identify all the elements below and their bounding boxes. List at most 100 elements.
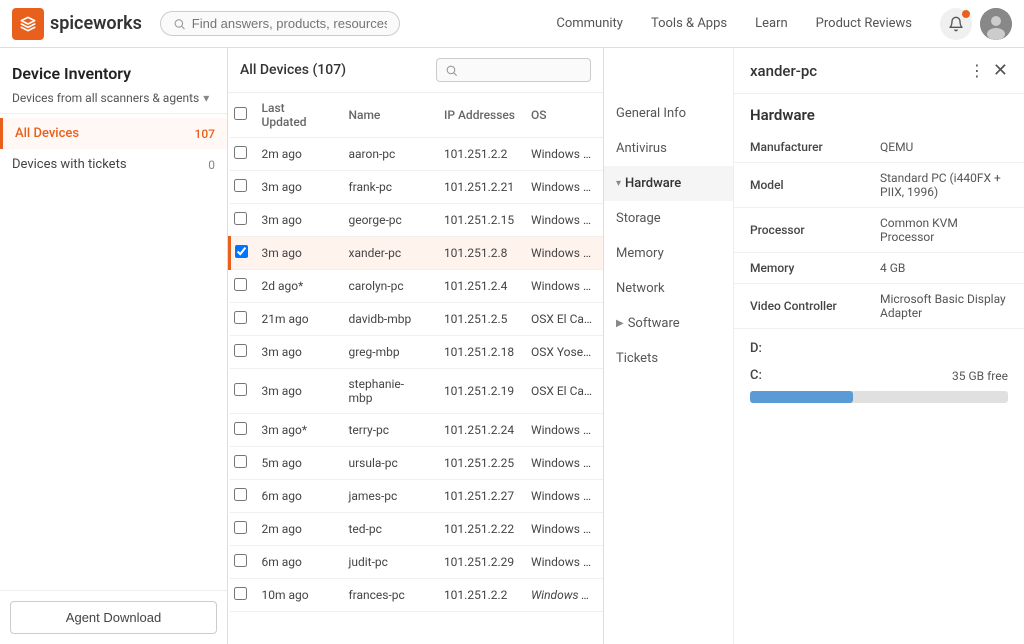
detail-menu: General Info Antivirus ▾ Hardware Storag… [604, 48, 734, 644]
row-select-checkbox[interactable] [234, 344, 247, 357]
table-row[interactable]: 6m ago james-pc 101.251.2.27 Windows 7 P… [230, 480, 604, 513]
agent-download-button[interactable]: Agent Download [10, 601, 217, 634]
row-checkbox[interactable] [230, 480, 254, 513]
row-checkbox[interactable] [230, 204, 254, 237]
table-row[interactable]: 21m ago davidb-mbp 101.251.2.5 OSX El Ca… [230, 303, 604, 336]
row-name: xander-pc [340, 237, 435, 270]
row-name: george-pc [340, 204, 435, 237]
notifications-button[interactable] [940, 8, 972, 40]
row-checkbox[interactable] [230, 171, 254, 204]
row-ip: 101.251.2.2 [436, 579, 523, 612]
device-search[interactable] [436, 58, 591, 82]
row-checkbox[interactable] [230, 447, 254, 480]
table-row[interactable]: 3m ago frank-pc 101.251.2.21 Windows 7 P… [230, 171, 604, 204]
sidebar-items: All Devices 107 Devices with tickets 0 [0, 114, 227, 590]
row-select-checkbox[interactable] [234, 455, 247, 468]
table-row[interactable]: 10m ago frances-pc 101.251.2.2 Windows 7… [230, 579, 604, 612]
row-select-checkbox[interactable] [234, 554, 247, 567]
table-row[interactable]: 3m ago george-pc 101.251.2.15 Windows 7 … [230, 204, 604, 237]
nav-links: Community Tools & Apps Learn Product Rev… [544, 10, 924, 37]
table-row[interactable]: 2m ago aaron-pc 101.251.2.2 Windows 8 Pr [230, 138, 604, 171]
device-search-input[interactable] [462, 63, 582, 77]
search-bar[interactable] [160, 11, 400, 36]
nav-product-reviews[interactable]: Product Reviews [804, 10, 924, 37]
nav-community[interactable]: Community [544, 10, 635, 37]
sidebar-item-label: All Devices [15, 126, 79, 141]
chevron-down-icon: ▾ [616, 178, 621, 189]
detail-body: Hardware Manufacturer QEMU Model Standar… [734, 94, 1024, 644]
row-ip: 101.251.2.24 [436, 414, 523, 447]
sidebar-item-all-devices[interactable]: All Devices 107 [0, 118, 227, 149]
row-checkbox[interactable] [230, 303, 254, 336]
table-row[interactable]: 6m ago judit-pc 101.251.2.29 Windows 7 P… [230, 546, 604, 579]
row-select-checkbox[interactable] [234, 488, 247, 501]
row-select-checkbox[interactable] [234, 179, 247, 192]
row-select-checkbox[interactable] [234, 422, 247, 435]
row-updated: 3m ago [254, 237, 341, 270]
detail-menu-antivirus[interactable]: Antivirus [604, 131, 733, 166]
user-avatar[interactable] [980, 8, 1012, 40]
row-name: aaron-pc [340, 138, 435, 171]
row-select-checkbox[interactable] [234, 212, 247, 225]
table-row[interactable]: 3m ago* terry-pc 101.251.2.24 Windows 7 … [230, 414, 604, 447]
detail-menu-network[interactable]: Network [604, 271, 733, 306]
row-name: ursula-pc [340, 447, 435, 480]
detail-menu-memory[interactable]: Memory [604, 236, 733, 271]
detail-menu-storage[interactable]: Storage [604, 201, 733, 236]
drive-c: C: 35 GB free [750, 368, 1008, 403]
select-all-checkbox[interactable] [234, 107, 247, 120]
row-select-checkbox[interactable] [235, 245, 248, 258]
hw-label: Video Controller [734, 284, 864, 329]
row-select-checkbox[interactable] [234, 146, 247, 159]
row-select-checkbox[interactable] [234, 278, 247, 291]
detail-menu-general-info[interactable]: General Info [604, 96, 733, 131]
hardware-section-title: Hardware [734, 94, 1024, 132]
table-row[interactable]: 3m ago stephanie-mbp 101.251.2.19 OSX El… [230, 369, 604, 414]
drive-d-label: D: [750, 341, 1008, 356]
row-checkbox[interactable] [230, 546, 254, 579]
sidebar: Device Inventory Devices from all scanne… [0, 48, 228, 644]
devices-with-tickets-count: 0 [208, 158, 215, 172]
hardware-row: Memory 4 GB [734, 253, 1024, 284]
table-row[interactable]: 5m ago ursula-pc 101.251.2.25 Windows 7 … [230, 447, 604, 480]
sidebar-filter[interactable]: Devices from all scanners & agents ▾ [12, 91, 215, 105]
detail-menu-tickets[interactable]: Tickets [604, 341, 733, 376]
col-last-updated: Last Updated [254, 93, 341, 138]
row-select-checkbox[interactable] [234, 587, 247, 600]
table-row[interactable]: 2d ago* carolyn-pc 101.251.2.4 Windows 7… [230, 270, 604, 303]
row-ip: 101.251.2.5 [436, 303, 523, 336]
row-checkbox[interactable] [230, 579, 254, 612]
row-os: Windows 8 Pr [523, 138, 603, 171]
drive-d: D: [750, 341, 1008, 356]
detail-menu-software[interactable]: ▶ Software [604, 306, 733, 341]
device-search-icon [445, 64, 458, 77]
row-select-checkbox[interactable] [234, 311, 247, 324]
row-checkbox[interactable] [230, 369, 254, 414]
hw-label: Model [734, 163, 864, 208]
table-row[interactable]: 3m ago xander-pc 101.251.2.8 Windows 7 P… [230, 237, 604, 270]
table-row[interactable]: 3m ago greg-mbp 101.251.2.18 OSX Yosemit… [230, 336, 604, 369]
nav-tools-apps[interactable]: Tools & Apps [639, 10, 739, 37]
detail-more-button[interactable]: ⋮ [969, 61, 985, 81]
row-checkbox[interactable] [230, 270, 254, 303]
row-ip: 101.251.2.4 [436, 270, 523, 303]
row-os: Windows 7 Pr [523, 447, 603, 480]
search-input[interactable] [192, 16, 387, 31]
row-select-checkbox[interactable] [234, 383, 247, 396]
row-updated: 21m ago [254, 303, 341, 336]
row-checkbox[interactable] [230, 414, 254, 447]
row-checkbox[interactable] [230, 513, 254, 546]
sidebar-item-devices-with-tickets[interactable]: Devices with tickets 0 [0, 149, 227, 180]
nav-learn[interactable]: Learn [743, 10, 800, 37]
row-checkbox[interactable] [230, 336, 254, 369]
search-icon [173, 17, 186, 31]
detail-close-button[interactable]: ✕ [993, 60, 1008, 81]
row-select-checkbox[interactable] [234, 521, 247, 534]
bell-icon [948, 16, 964, 32]
detail-menu-hardware[interactable]: ▾ Hardware [604, 166, 733, 201]
table-row[interactable]: 2m ago ted-pc 101.251.2.22 Windows 7 Pr [230, 513, 604, 546]
row-checkbox[interactable] [230, 138, 254, 171]
row-name: judit-pc [340, 546, 435, 579]
row-checkbox[interactable] [230, 237, 254, 270]
row-name: ted-pc [340, 513, 435, 546]
